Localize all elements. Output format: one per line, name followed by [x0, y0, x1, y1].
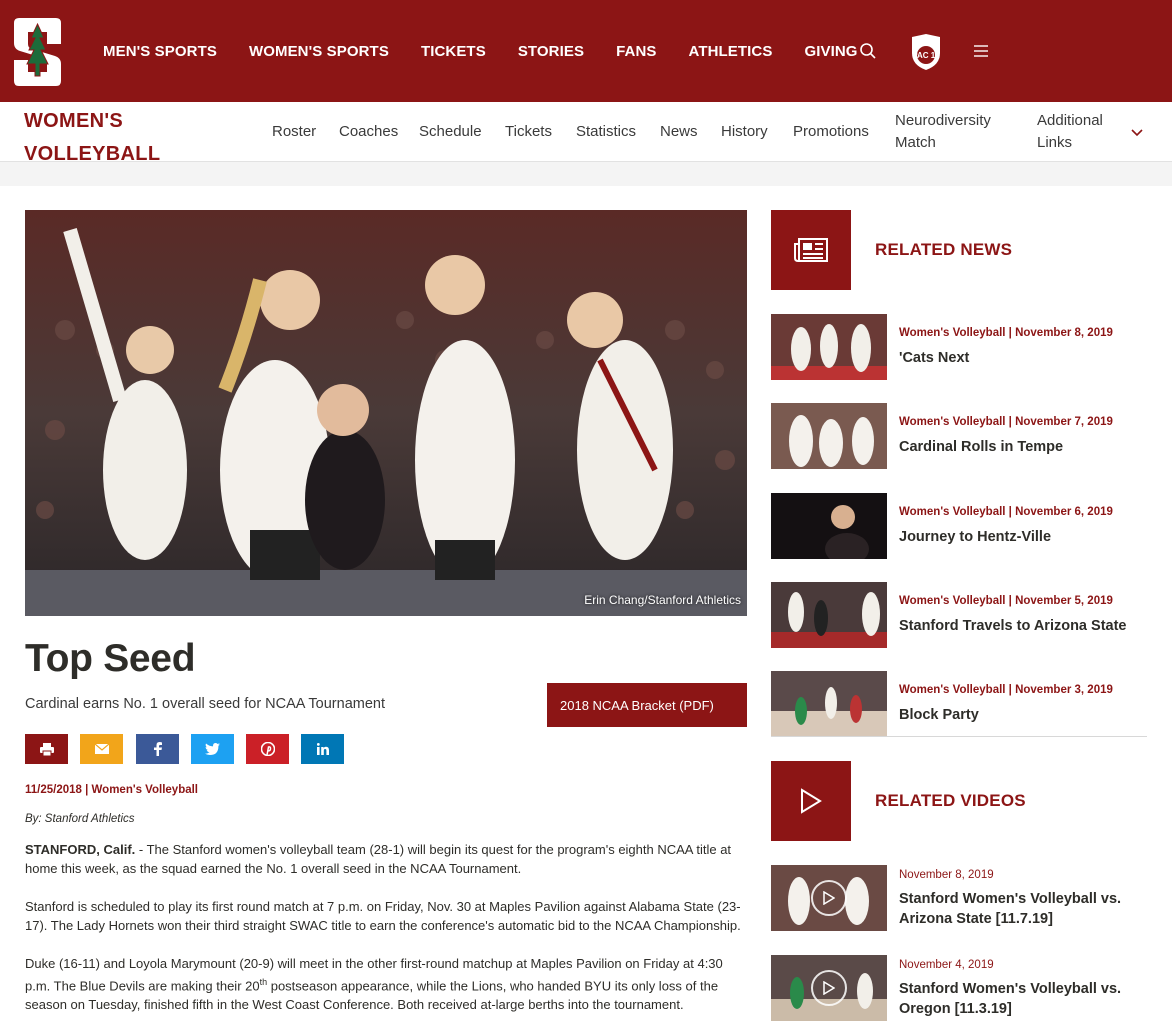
p2-line1: Stanford is scheduled to play its first …: [25, 899, 741, 914]
chevron-down-icon[interactable]: [1131, 124, 1143, 142]
menu-icon[interactable]: [968, 38, 994, 64]
subnav-promotions[interactable]: Promotions: [793, 121, 869, 143]
email-icon[interactable]: [80, 734, 123, 764]
p1-line2: home this week, as the squad earned the …: [25, 861, 522, 876]
p3-line2a: p.m. The Blue Devils are making their 20: [25, 978, 260, 994]
p3-line2b: postseason appearance, while the Lions, …: [267, 978, 719, 994]
page-separator: [0, 162, 1172, 186]
related-video-item[interactable]: November 8, 2019 Stanford Women's Volley…: [771, 865, 1147, 931]
nav-fans[interactable]: FANS: [616, 43, 656, 60]
article-byline: By: Stanford Athletics: [25, 813, 135, 825]
subnav-neurodiversity-line2[interactable]: Match: [895, 132, 936, 154]
subnav-additional-line2[interactable]: Links: [1037, 132, 1072, 154]
news-thumbnail[interactable]: [771, 671, 887, 737]
subnav-statistics[interactable]: Statistics: [576, 121, 636, 143]
related-news-item[interactable]: Women's Volleyball | November 3, 2019 Bl…: [771, 671, 1147, 737]
related-news-title: RELATED NEWS: [875, 240, 1013, 259]
news-meta: Women's Volleyball | November 3, 2019: [899, 684, 1113, 696]
subnav-history[interactable]: History: [721, 121, 768, 143]
news-thumbnail[interactable]: [771, 403, 887, 469]
bracket-pdf-button[interactable]: 2018 NCAA Bracket (PDF): [547, 683, 747, 727]
sport-subnav: WOMEN'S VOLLEYBALL Roster Coaches Schedu…: [0, 102, 1172, 165]
subnav-additional-line1[interactable]: Additional: [1037, 110, 1103, 132]
news-meta: Women's Volleyball | November 5, 2019: [899, 595, 1113, 607]
video-play-icon[interactable]: [811, 970, 847, 1006]
video-title[interactable]: Stanford Women's Volleyball vs. Arizona …: [899, 889, 1149, 929]
subnav-neurodiversity-line1[interactable]: Neurodiversity: [895, 110, 991, 132]
stanford-logo[interactable]: [11, 14, 64, 90]
linkedin-icon[interactable]: [301, 734, 344, 764]
sport-title-line1: WOMEN'S: [24, 110, 124, 132]
video-play-icon[interactable]: [811, 880, 847, 916]
video-title[interactable]: Stanford Women's Volleyball vs. Oregon […: [899, 979, 1149, 1019]
related-news-item[interactable]: Women's Volleyball | November 7, 2019 Ca…: [771, 403, 1147, 469]
subnav-coaches[interactable]: Coaches: [339, 121, 398, 143]
news-title[interactable]: 'Cats Next: [899, 350, 969, 366]
pac12-logo[interactable]: PAC 12: [908, 33, 944, 71]
video-date: November 4, 2019: [899, 959, 994, 971]
article-paragraph-2: Stanford is scheduled to play its first …: [25, 897, 747, 935]
nav-womens-sports[interactable]: WOMEN'S SPORTS: [249, 43, 389, 60]
related-videos-title: RELATED VIDEOS: [875, 791, 1026, 810]
facebook-icon[interactable]: [136, 734, 179, 764]
site-header: MEN'S SPORTS WOMEN'S SPORTS TICKETS STOR…: [0, 0, 1172, 102]
nav-tickets[interactable]: TICKETS: [421, 43, 486, 60]
news-title[interactable]: Cardinal Rolls in Tempe: [899, 439, 1063, 455]
search-icon[interactable]: [855, 38, 881, 64]
nav-mens-sports[interactable]: MEN'S SPORTS: [103, 43, 217, 60]
nav-athletics[interactable]: ATHLETICS: [689, 43, 773, 60]
article-subtitle: Cardinal earns No. 1 overall seed for NC…: [25, 696, 386, 712]
subnav-tickets[interactable]: Tickets: [505, 121, 552, 143]
news-title[interactable]: Journey to Hentz-Ville: [899, 529, 1051, 545]
subnav-roster[interactable]: Roster: [272, 121, 316, 143]
pac12-text: PAC 12: [912, 51, 940, 60]
photo-credit: Erin Chang/Stanford Athletics: [584, 593, 741, 607]
pinterest-icon[interactable]: [246, 734, 289, 764]
article-title: Top Seed: [25, 637, 196, 680]
related-news-item[interactable]: Women's Volleyball | November 8, 2019 'C…: [771, 314, 1147, 380]
article-meta[interactable]: 11/25/2018 | Women's Volleyball: [25, 784, 198, 796]
news-thumbnail[interactable]: [771, 314, 887, 380]
play-icon: [771, 761, 851, 841]
article-paragraph-1: STANFORD, Calif. - The Stanford women's …: [25, 840, 747, 878]
subnav-schedule[interactable]: Schedule: [419, 121, 482, 143]
video-thumbnail[interactable]: [771, 865, 887, 931]
news-meta: Women's Volleyball | November 7, 2019: [899, 416, 1113, 428]
print-icon[interactable]: [25, 734, 68, 764]
news-meta: Women's Volleyball | November 6, 2019: [899, 506, 1113, 518]
hero-photo: Erin Chang/Stanford Athletics: [25, 210, 747, 616]
video-thumbnail[interactable]: [771, 955, 887, 1021]
nav-stories[interactable]: STORIES: [518, 43, 584, 60]
p2-line2: 17). The Lady Hornets won their third st…: [25, 918, 741, 933]
dateline: STANFORD, Calif.: [25, 842, 136, 857]
nav-giving[interactable]: GIVING: [804, 43, 857, 60]
news-thumbnail[interactable]: [771, 582, 887, 648]
related-news-item[interactable]: Women's Volleyball | November 5, 2019 St…: [771, 582, 1147, 648]
news-thumbnail[interactable]: [771, 493, 887, 559]
video-date: November 8, 2019: [899, 869, 994, 881]
news-title[interactable]: Block Party: [899, 707, 979, 723]
related-news-item[interactable]: Women's Volleyball | November 6, 2019 Jo…: [771, 493, 1147, 559]
article-paragraph-3: Duke (16-11) and Loyola Marymount (20-9)…: [25, 954, 747, 1014]
p3-sup: th: [259, 977, 268, 987]
news-meta: Women's Volleyball | November 8, 2019: [899, 327, 1113, 339]
main-nav: MEN'S SPORTS WOMEN'S SPORTS TICKETS STOR…: [103, 0, 890, 102]
divider: [771, 736, 1147, 737]
p1-line1: - The Stanford women's volleyball team (…: [135, 842, 732, 857]
related-video-item[interactable]: November 4, 2019 Stanford Women's Volley…: [771, 955, 1147, 1021]
news-title[interactable]: Stanford Travels to Arizona State: [899, 618, 1126, 634]
newspaper-icon: [771, 210, 851, 290]
p3-line3: season on Tuesday, finished fifth in the…: [25, 997, 684, 1013]
twitter-icon[interactable]: [191, 734, 234, 764]
subnav-news[interactable]: News: [660, 121, 698, 143]
p3-line1: Duke (16-11) and Loyola Marymount (20-9)…: [25, 956, 723, 971]
